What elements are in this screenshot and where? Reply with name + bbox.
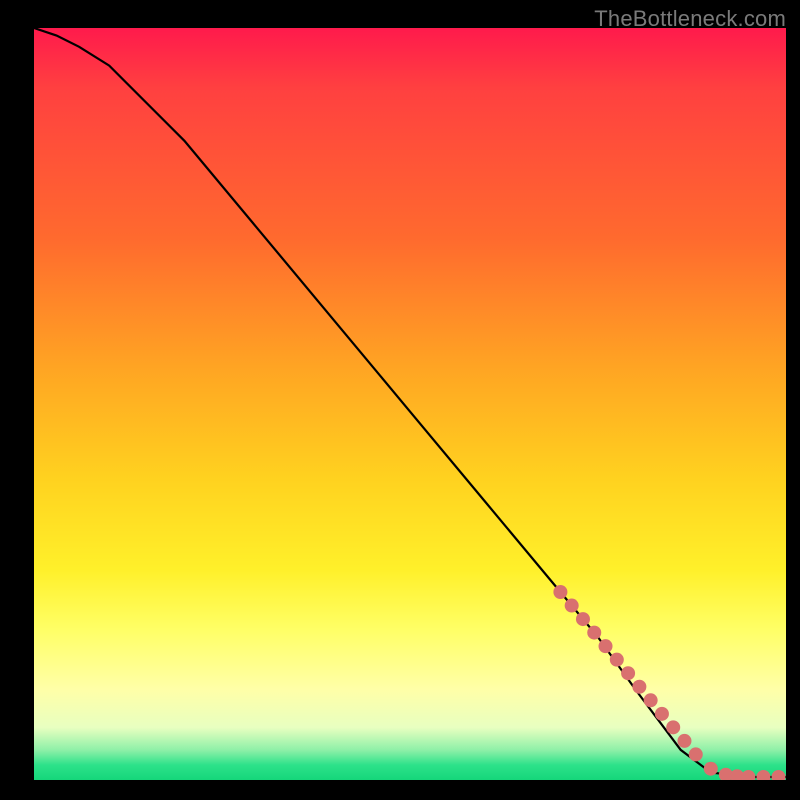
highlight-dot xyxy=(621,666,635,680)
highlight-dot xyxy=(756,770,770,780)
highlight-dot xyxy=(655,707,669,721)
highlight-dot xyxy=(677,734,691,748)
curve-line xyxy=(34,28,786,777)
highlight-dot xyxy=(666,720,680,734)
highlight-dot xyxy=(565,599,579,613)
highlight-dot xyxy=(587,626,601,640)
highlight-dot xyxy=(632,680,646,694)
highlight-dot xyxy=(689,747,703,761)
chart-frame xyxy=(34,28,786,780)
highlight-dots-group xyxy=(553,585,785,780)
highlight-dot xyxy=(644,693,658,707)
highlight-dot xyxy=(741,770,755,780)
highlight-dot xyxy=(599,639,613,653)
highlight-dot xyxy=(610,653,624,667)
highlight-dot xyxy=(576,612,590,626)
highlight-dot xyxy=(553,585,567,599)
highlight-dot xyxy=(771,770,785,780)
chart-overlay xyxy=(34,28,786,780)
highlight-dot xyxy=(704,762,718,776)
